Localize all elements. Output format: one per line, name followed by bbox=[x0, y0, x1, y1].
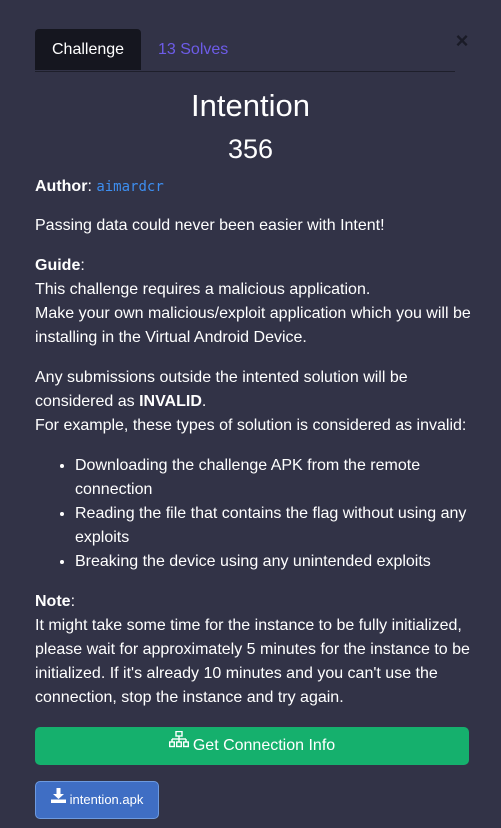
challenge-modal: × Challenge 13 Solves Intention 356 Auth… bbox=[0, 0, 501, 828]
invalid-list: Downloading the challenge APK from the r… bbox=[35, 454, 475, 574]
guide-line-2: Make your own malicious/exploit applicat… bbox=[35, 305, 471, 346]
download-apk-button[interactable]: intention.apk bbox=[35, 781, 159, 819]
tab-solves[interactable]: 13 Solves bbox=[141, 29, 245, 70]
guide-line-1: This challenge requires a malicious appl… bbox=[35, 281, 371, 298]
get-connection-info-label: Get Connection Info bbox=[192, 737, 336, 754]
guide-label: Guide bbox=[35, 257, 81, 274]
rule-prefix: Any submissions outside the intented sol… bbox=[35, 369, 408, 410]
intro-text: Passing data could never been easier wit… bbox=[35, 217, 385, 234]
note-separator: : bbox=[70, 593, 76, 610]
note-heading: Note: bbox=[35, 590, 475, 614]
list-item: Reading the file that contains the flag … bbox=[75, 502, 475, 550]
note-label: Note bbox=[35, 593, 71, 610]
note-text: It might take some time for the instance… bbox=[35, 617, 470, 706]
guide-heading: Guide: bbox=[35, 254, 475, 278]
note-section: Note: It might take some time for the in… bbox=[35, 590, 475, 710]
rule-line-2: For example, these types of solution is … bbox=[35, 417, 467, 434]
close-icon[interactable]: × bbox=[453, 30, 471, 52]
author-line: Author: aimardcr bbox=[35, 175, 164, 199]
list-item: Breaking the device using any unintended… bbox=[75, 550, 475, 574]
author-label: Author bbox=[35, 178, 88, 195]
tab-challenge[interactable]: Challenge bbox=[35, 29, 141, 70]
challenge-points: 356 bbox=[227, 134, 274, 164]
list-item: Downloading the challenge APK from the r… bbox=[75, 454, 475, 502]
download-icon bbox=[50, 781, 66, 817]
rules-section: Any submissions outside the intented sol… bbox=[35, 366, 475, 438]
network-icon bbox=[168, 725, 189, 763]
challenge-title: Intention bbox=[191, 88, 310, 123]
rule-line-1: Any submissions outside the intented sol… bbox=[35, 366, 475, 414]
bullet-list: Downloading the challenge APK from the r… bbox=[35, 454, 475, 574]
guide-section: Guide: This challenge requires a malicio… bbox=[35, 254, 475, 350]
guide-separator: : bbox=[80, 257, 85, 274]
rule-invalid: INVALID bbox=[139, 393, 202, 410]
rule-suffix: . bbox=[201, 393, 207, 410]
get-connection-info-button[interactable]: Get Connection Info bbox=[35, 727, 469, 765]
author-link[interactable]: aimardcr bbox=[96, 179, 163, 195]
modal-tabs: Challenge 13 Solves bbox=[35, 29, 455, 72]
download-apk-label: intention.apk bbox=[69, 792, 144, 807]
author-separator: : bbox=[87, 178, 97, 195]
